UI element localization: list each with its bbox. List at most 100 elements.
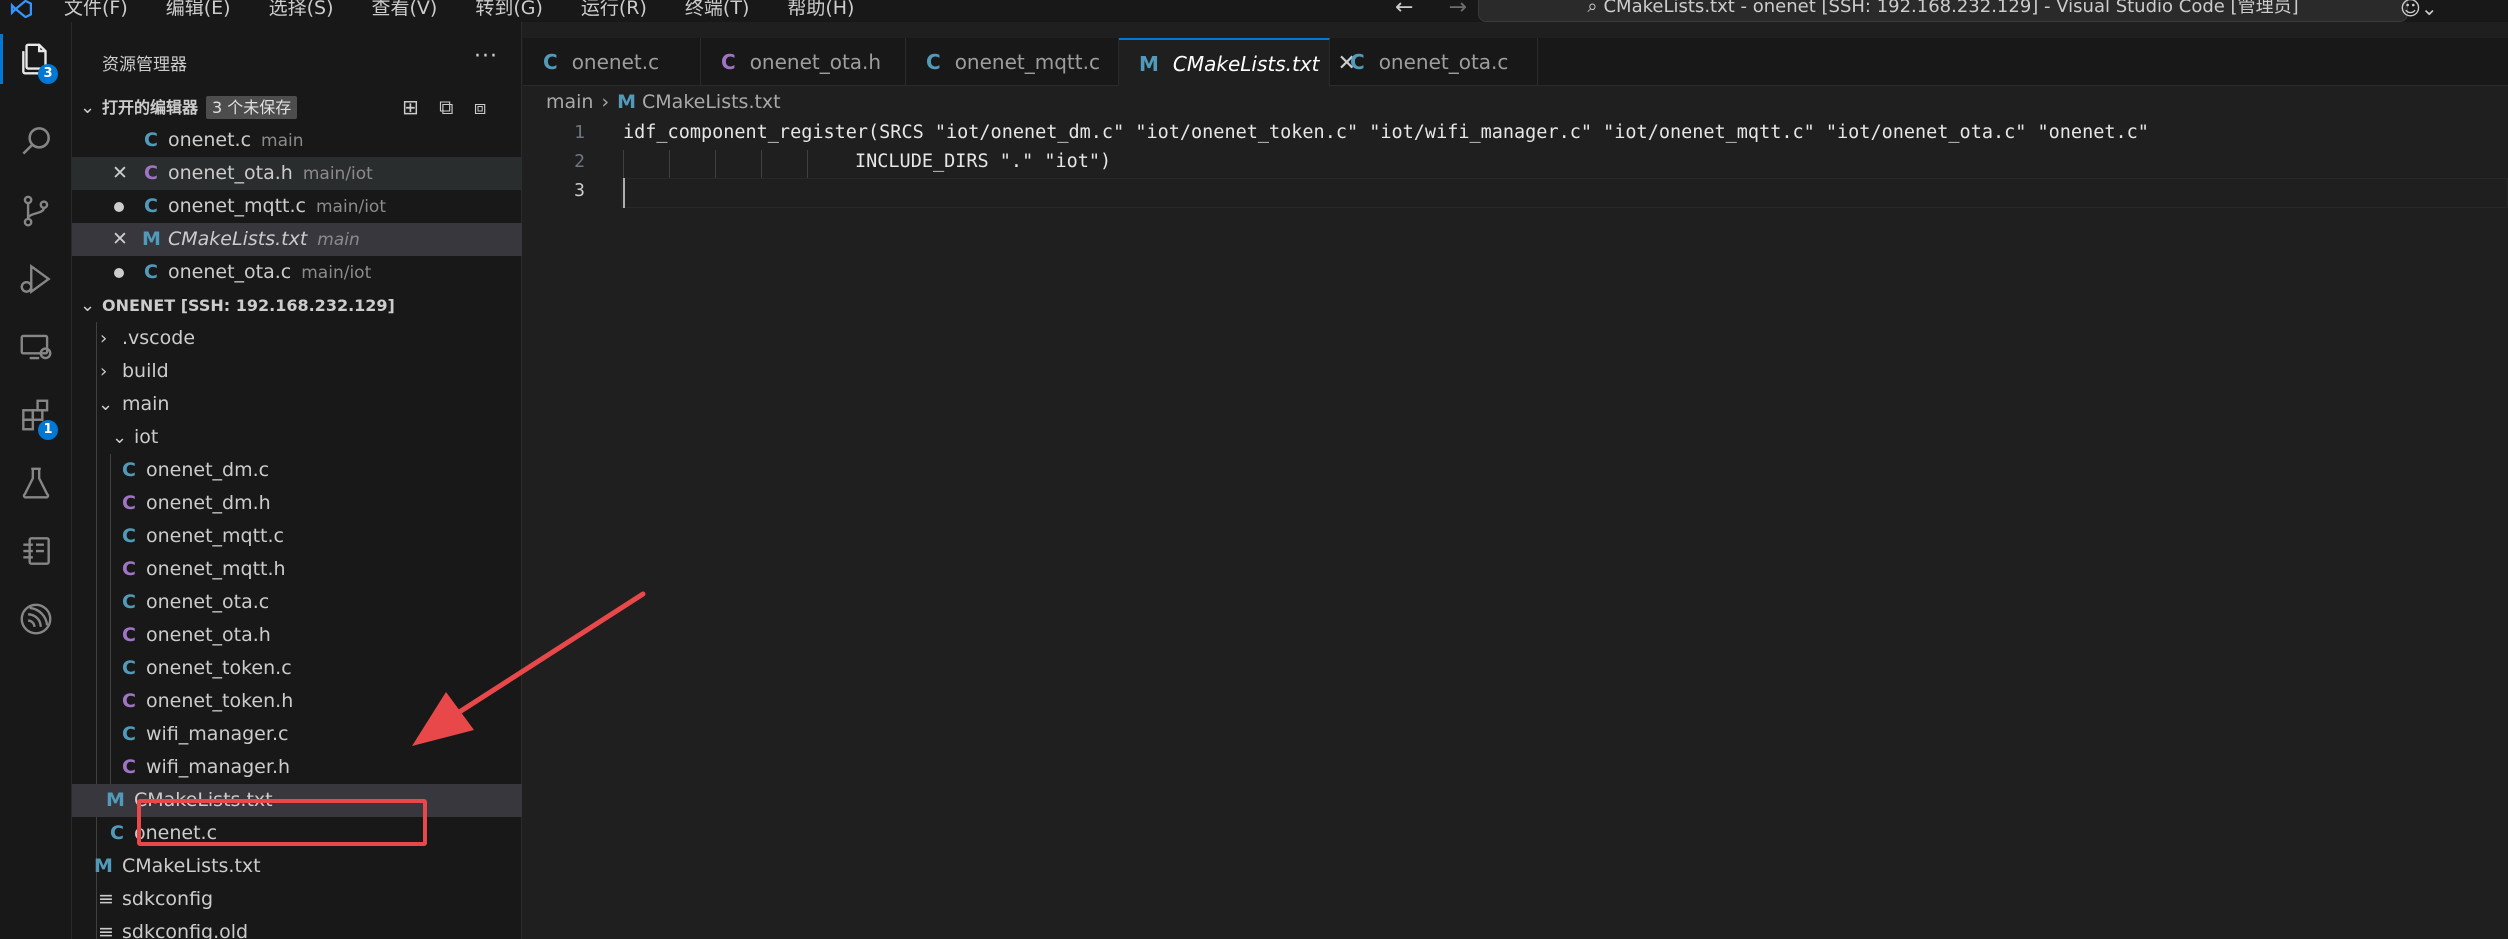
close-icon[interactable]: ✕ <box>112 223 128 256</box>
tree-file-onenet-mqtt-c[interactable]: C onenet_mqtt.c <box>72 520 522 553</box>
tree-folder-vscode[interactable]: › .vscode <box>72 322 522 355</box>
docker-icon[interactable] <box>0 520 72 582</box>
esp-idf-icon[interactable] <box>0 588 72 650</box>
explorer-sidebar: 资源管理器 ··· ⌄ 打开的编辑器 3 个未保存 ⊞ ⧉ ⧈ C onenet.… <box>72 22 522 939</box>
tree-file-onenet-dm-h[interactable]: C onenet_dm.h <box>72 487 522 520</box>
open-editor-onenet-ota-h[interactable]: ✕ C onenet_ota.h main/iot <box>72 157 522 190</box>
menu-run[interactable]: 运行(R) <box>581 0 647 22</box>
activity-bar: 3 1 <box>0 22 72 939</box>
unsaved-badge: 3 个未保存 <box>206 96 298 119</box>
breadcrumb-folder[interactable]: main <box>546 91 593 113</box>
open-editor-onenet-ota-c[interactable]: C onenet_ota.c main/iot <box>72 256 522 289</box>
close-all-icon[interactable]: ⧈ <box>474 95 487 119</box>
breadcrumb-file[interactable]: CMakeLists.txt <box>642 91 781 113</box>
unsaved-dot-icon <box>114 202 124 212</box>
open-editor-cmakelists[interactable]: ✕ M CMakeLists.txt main <box>72 223 522 256</box>
open-editors-label: 打开的编辑器 <box>102 98 199 117</box>
tree-item-label: build <box>122 360 169 382</box>
tab-cmakelists[interactable]: M CMakeLists.txt ✕ <box>1119 38 1356 87</box>
h-file-icon: C <box>122 690 136 712</box>
tab-label: onenet_ota.c <box>1378 50 1509 74</box>
cmake-file-icon: M <box>142 228 161 250</box>
tree-folder-iot[interactable]: ⌄ iot <box>72 421 522 454</box>
tree-file-sdkconfig-old[interactable]: ≡ sdkconfig.old <box>72 916 522 939</box>
open-editor-path: main <box>317 230 360 250</box>
code-line[interactable]: idf_component_register(SRCS "iot/onenet_… <box>623 122 2149 143</box>
menu-selection[interactable]: 选择(S) <box>269 0 334 22</box>
text-cursor <box>623 178 625 208</box>
chevron-down-icon: ⌄ <box>80 295 96 316</box>
h-file-icon: C <box>122 756 136 778</box>
open-editors-header[interactable]: ⌄ 打开的编辑器 3 个未保存 ⊞ ⧉ ⧈ <box>72 91 522 124</box>
new-untitled-file-icon[interactable]: ⊞ <box>402 95 419 119</box>
c-file-icon: C <box>144 261 158 283</box>
workspace-header[interactable]: ⌄ ONENET [SSH: 192.168.232.129] <box>72 289 522 322</box>
annotation-arrow <box>412 591 646 746</box>
tab-onenet-mqtt-c[interactable]: Conenet_mqtt.c <box>906 38 1119 86</box>
tree-folder-main[interactable]: ⌄ main <box>72 388 522 421</box>
menu-edit[interactable]: 编辑(E) <box>166 0 231 22</box>
open-editor-onenet-c[interactable]: C onenet.c main <box>72 124 522 157</box>
current-line-highlight <box>621 178 2508 208</box>
c-file-icon: C <box>122 459 136 481</box>
indent-guide <box>807 150 808 178</box>
open-editor-onenet-mqtt-c[interactable]: C onenet_mqtt.c main/iot <box>72 190 522 223</box>
tree-file-root-cmakelists[interactable]: M CMakeLists.txt <box>72 850 522 883</box>
workspace-label: ONENET [SSH: 192.168.232.129] <box>102 296 395 315</box>
back-arrow-icon[interactable]: ← <box>1395 0 1413 20</box>
menu-go[interactable]: 转到(G) <box>475 0 543 22</box>
save-all-icon[interactable]: ⧉ <box>439 95 453 119</box>
c-file-icon: C <box>122 591 136 613</box>
c-file-icon: C <box>122 657 136 679</box>
command-center[interactable]: ⌕ CMakeLists.txt - onenet [SSH: 192.168.2… <box>1478 0 2408 22</box>
close-icon[interactable]: ✕ <box>112 157 128 190</box>
chevron-down-icon: ⌄ <box>80 97 96 118</box>
menu-bar: 文件(F) 编辑(E) 选择(S) 查看(V) 转到(G) 运行(R) 终端(T… <box>64 0 892 22</box>
chevron-down-icon: ⌄ <box>112 427 128 448</box>
remote-explorer-icon[interactable] <box>0 316 72 378</box>
open-editor-name: onenet.c <box>168 129 252 151</box>
open-editor-name: onenet_ota.c <box>168 261 292 283</box>
indent-guide <box>669 150 670 178</box>
c-file-icon: C <box>1350 50 1365 74</box>
settings-file-icon: ≡ <box>98 888 114 910</box>
menu-view[interactable]: 查看(V) <box>372 0 438 22</box>
menu-terminal[interactable]: 终端(T) <box>685 0 749 22</box>
extensions-icon[interactable]: 1 <box>0 384 72 446</box>
tree-file-onenet-dm-c[interactable]: C onenet_dm.c <box>72 454 522 487</box>
menu-help[interactable]: 帮助(H) <box>787 0 854 22</box>
tree-item-label: onenet_mqtt.h <box>146 558 286 580</box>
line-number: 2 <box>574 151 585 172</box>
title-bar: 文件(F) 编辑(E) 选择(S) 查看(V) 转到(G) 运行(R) 终端(T… <box>0 0 2508 22</box>
h-file-icon: C <box>122 558 136 580</box>
run-debug-icon[interactable] <box>0 248 72 310</box>
menu-file[interactable]: 文件(F) <box>64 0 128 22</box>
copilot-icon[interactable]: ☺⌄ <box>2400 0 2438 18</box>
h-file-icon: C <box>122 624 136 646</box>
testing-icon[interactable] <box>0 452 72 514</box>
tree-item-label: iot <box>134 426 159 448</box>
more-actions-icon[interactable]: ··· <box>474 44 498 69</box>
search-icon[interactable] <box>0 110 72 172</box>
tree-item-label: .vscode <box>122 327 196 349</box>
tab-onenet-ota-h[interactable]: Conenet_ota.h <box>701 38 906 86</box>
open-editor-name: CMakeLists.txt <box>168 228 308 250</box>
open-editor-name: onenet_ota.h <box>168 162 293 184</box>
explorer-files-icon[interactable]: 3 <box>0 28 72 90</box>
c-file-icon: C <box>122 525 136 547</box>
tab-onenet-ota-c[interactable]: Conenet_ota.c <box>1330 38 1538 86</box>
code-line[interactable]: INCLUDE_DIRS "." "iot") <box>855 151 1111 172</box>
c-file-icon: C <box>926 50 941 74</box>
tab-onenet-c[interactable]: Conenet.c <box>523 38 701 86</box>
code-editor[interactable]: 1 idf_component_register(SRCS "iot/onene… <box>523 120 2508 939</box>
c-file-icon: C <box>144 195 158 217</box>
source-control-icon[interactable] <box>0 180 72 242</box>
tree-item-label: onenet_mqtt.c <box>146 525 284 547</box>
tree-folder-build[interactable]: › build <box>72 355 522 388</box>
line-number: 3 <box>574 180 585 201</box>
forward-arrow-icon[interactable]: → <box>1448 0 1466 20</box>
tree-file-sdkconfig[interactable]: ≡ sdkconfig <box>72 883 522 916</box>
breadcrumb: main › M CMakeLists.txt <box>546 91 781 113</box>
tree-item-label: sdkconfig <box>122 888 214 910</box>
line-number: 1 <box>574 122 585 143</box>
